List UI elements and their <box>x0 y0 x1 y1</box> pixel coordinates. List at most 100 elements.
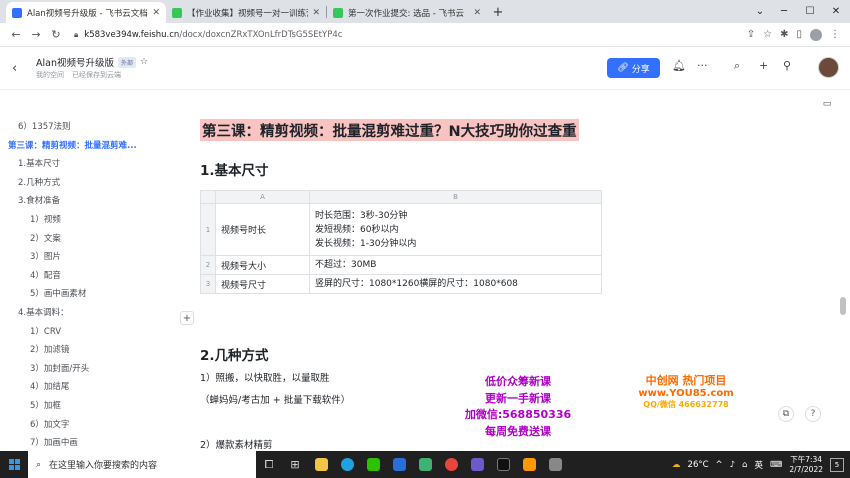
size-table[interactable]: A B 1 视频号时长 时长范围：3秒-30分钟 发短视频：60秒以内 发长视频… <box>200 190 602 294</box>
url-host: k583ve394w.feishu.cn <box>84 29 180 40</box>
outline-item[interactable]: 2）加滤镜 <box>0 341 160 360</box>
outline-item[interactable]: 5）画中画素材 <box>0 285 160 304</box>
table-row: 1 视频号时长 时长范围：3秒-30分钟 发短视频：60秒以内 发长视频：1-3… <box>200 203 602 256</box>
comment-icon[interactable]: ▭ <box>819 96 835 112</box>
side-panel-icon[interactable]: ▯ <box>796 29 802 40</box>
weather-icon: ☁ <box>672 459 681 470</box>
app-icon[interactable] <box>516 451 542 478</box>
star-icon[interactable]: ☆ <box>140 57 148 67</box>
copy-icon[interactable]: ⧉ <box>778 406 794 422</box>
search-placeholder: 在这里输入你要搜索的内容 <box>49 461 158 471</box>
doc-title[interactable]: Alan视频号升级版 <box>36 55 114 69</box>
keyboard-icon[interactable]: ⌨ <box>770 460 782 470</box>
plus-icon[interactable]: + <box>759 59 768 72</box>
app-icon[interactable] <box>412 451 438 478</box>
speaker-icon[interactable]: ♪ <box>730 460 735 470</box>
table-cell[interactable]: 视频号尺寸 <box>215 274 310 294</box>
search-icon[interactable]: ⌕ <box>734 59 740 73</box>
close-icon[interactable]: ✕ <box>312 8 320 18</box>
add-block-button[interactable]: + <box>180 311 194 325</box>
table-cell[interactable]: 不超过：30MB <box>309 255 602 275</box>
app-icon[interactable] <box>386 451 412 478</box>
capcut-icon[interactable] <box>490 451 516 478</box>
url-field[interactable]: 🔒︎ k583ve394w.feishu.cn/docx/doxcnZRxTXO… <box>74 30 747 40</box>
brand-line: QQ/微信 466632778 <box>643 400 729 409</box>
outline-item[interactable]: 4.基本调料： <box>0 304 160 323</box>
notification-badge[interactable]: 5 <box>830 457 844 472</box>
bookmark-star-icon[interactable]: ☆ <box>763 29 772 40</box>
clock-date: 2/7/2022 <box>789 464 823 474</box>
location-pin-icon[interactable]: ⚲ <box>783 59 791 72</box>
close-icon[interactable]: ✕ <box>473 8 481 18</box>
outline-item[interactable]: 3.食材准备 <box>0 192 160 211</box>
outline-item[interactable]: 第三课：精剪视频：批量混剪难... <box>0 137 160 156</box>
profile-avatar-icon[interactable] <box>810 28 822 41</box>
bell-icon[interactable]: 🔔︎ <box>672 59 686 72</box>
browser-tab-1[interactable]: 【作业收集】视频号一对一训练营 ✕ <box>166 2 326 23</box>
outline-item[interactable]: 3）图片 <box>0 248 160 267</box>
outline-item[interactable]: 4）配音 <box>0 267 160 286</box>
outline-item[interactable]: 1.基本尺寸 <box>0 155 160 174</box>
windows-start-icon[interactable] <box>0 451 28 478</box>
taskbar-search[interactable]: ⌕ 在这里输入你要搜索的内容 <box>28 451 256 478</box>
outline-item[interactable]: 7）加画中画 <box>0 434 160 453</box>
outline-item[interactable]: 4）加结尾 <box>0 378 160 397</box>
user-avatar[interactable] <box>818 57 839 78</box>
wechat-icon[interactable] <box>360 451 386 478</box>
address-bar: ← → ↻ 🔒︎ k583ve394w.feishu.cn/docx/doxcn… <box>0 23 850 47</box>
table-cell[interactable]: 竖屏的尺寸：1080*1260横屏的尺寸：1080*608 <box>309 274 602 294</box>
edge-icon[interactable] <box>334 451 360 478</box>
kebab-menu-icon[interactable]: ⋮ <box>830 29 840 40</box>
share-label: 分享 <box>631 64 650 75</box>
forward-arrow-icon[interactable]: → <box>26 28 46 41</box>
doc-title-row: Alan视频号升级版 外部 ☆ <box>36 55 148 69</box>
outline-item[interactable]: 6）1357法则 <box>0 118 160 137</box>
app-icon[interactable] <box>542 451 568 478</box>
share-button[interactable]: 🔗︎ 分享 <box>607 58 660 78</box>
cell-line: 不超过：30MB <box>315 260 377 270</box>
close-icon[interactable]: ✕ <box>152 8 160 18</box>
lock-icon: 🔒︎ <box>74 29 79 39</box>
outline-item[interactable]: 1）CRV <box>0 323 160 342</box>
space-link[interactable]: 我的空间 <box>36 70 64 80</box>
link-icon: 🔗︎ <box>617 63 629 73</box>
extensions-puzzle-icon[interactable]: ✱ <box>780 29 788 40</box>
app-icon[interactable] <box>464 451 490 478</box>
outline-item[interactable]: 2.几种方式 <box>0 174 160 193</box>
cell-line: 时长范围：3秒-30分钟 <box>315 210 408 221</box>
help-icon[interactable]: ? <box>805 406 821 422</box>
feishu-sheet-favicon-icon <box>172 7 182 18</box>
temperature[interactable]: 26°C <box>688 460 709 470</box>
table-cell[interactable]: 视频号时长 <box>215 203 310 256</box>
file-explorer-icon[interactable] <box>308 451 334 478</box>
outline-item[interactable]: 2）文案 <box>0 230 160 249</box>
window-close-icon[interactable]: ✕ <box>818 0 850 23</box>
outline-item[interactable]: 1）视频 <box>0 211 160 230</box>
table-cell[interactable]: 视频号大小 <box>215 255 310 275</box>
scrollbar[interactable] <box>840 297 846 315</box>
chevron-left-icon[interactable]: ‹ <box>12 61 17 76</box>
reload-icon[interactable]: ↻ <box>46 28 66 41</box>
chrome-icon[interactable] <box>438 451 464 478</box>
outline-item[interactable]: 5）加框 <box>0 397 160 416</box>
save-status: 已经保存到云端 <box>72 71 121 79</box>
clock[interactable]: 下午7:34 2/7/2022 <box>789 455 823 475</box>
share-page-icon[interactable]: ⇪ <box>747 29 755 40</box>
outline-item[interactable]: 3）加封面/开头 <box>0 360 160 379</box>
ime-indicator[interactable]: 英 <box>755 459 764 471</box>
table-cell[interactable]: 时长范围：3秒-30分钟 发短视频：60秒以内 发长视频：1-30分钟以内 <box>309 203 602 256</box>
outline-item[interactable]: 6）加文字 <box>0 416 160 435</box>
brand-watermark: 中创网 热门项目 www.YOU85.com QQ/微信 466632778 <box>636 372 736 410</box>
network-icon[interactable]: ⌂ <box>742 460 747 470</box>
promo-watermark: 低价众筹新课 更新一手新课 加微信:568850336 每周免费送课 <box>458 374 578 440</box>
task-view-icon[interactable]: ⧠ <box>256 451 282 478</box>
new-tab-button[interactable]: + <box>487 2 509 23</box>
browser-tab-2[interactable]: 第一次作业提交: 选品 - 飞书云 ✕ <box>327 2 487 23</box>
more-icon[interactable]: ··· <box>697 59 708 72</box>
browser-tab-0[interactable]: Alan视频号升级版 - 飞书云文档 ✕ <box>6 2 166 23</box>
tray-chevron-icon[interactable]: ^ <box>716 460 723 470</box>
widgets-icon[interactable]: ⊞ <box>282 451 308 478</box>
tab-title: 第一次作业提交: 选品 - 飞书云 <box>348 8 465 19</box>
cell-line: 竖屏的尺寸：1080*1260横屏的尺寸：1080*608 <box>315 279 518 289</box>
back-arrow-icon[interactable]: ← <box>6 28 26 41</box>
